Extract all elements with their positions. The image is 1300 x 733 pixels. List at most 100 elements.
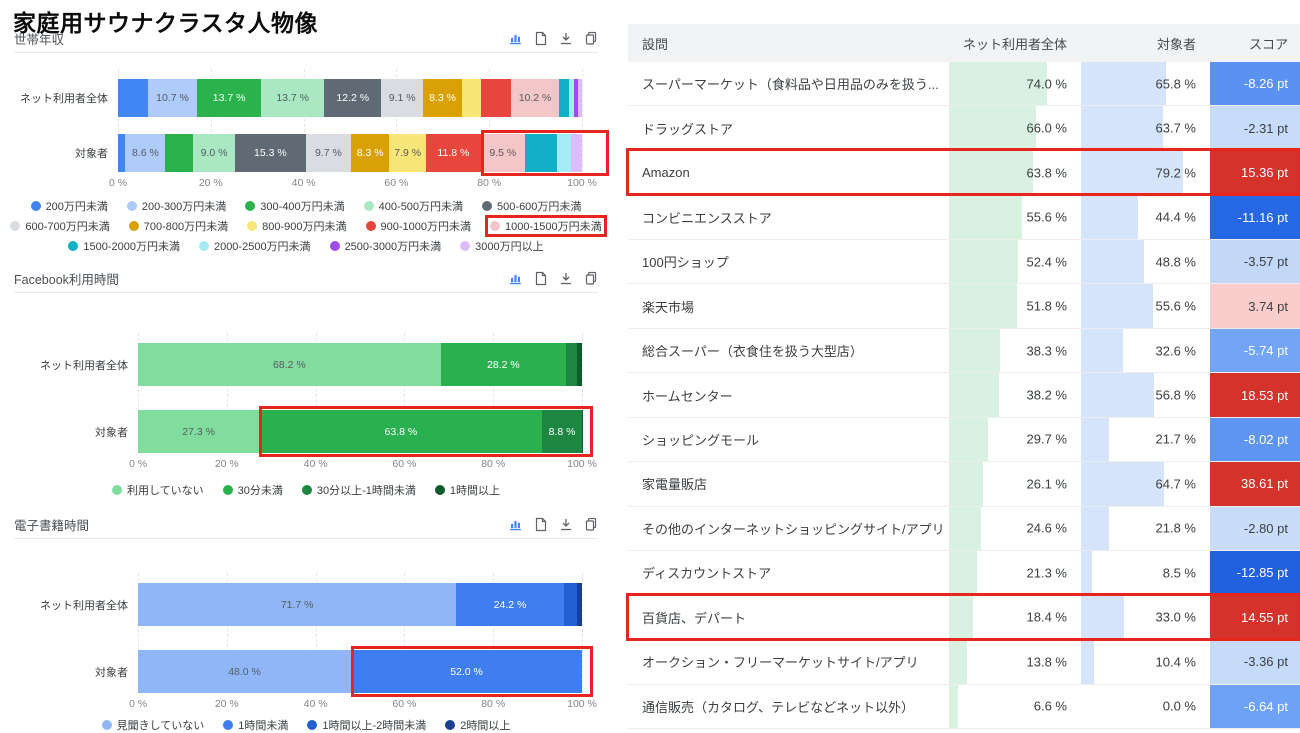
bar-segment [525,134,557,172]
legend-label: 1時間以上 [450,482,500,498]
legend-swatch [302,485,312,495]
value-cell-all: 6.6 % [949,685,1081,728]
legend-swatch [127,201,137,211]
legend-row: 1500-2000万円未満2000-2500万円未満2500-3000万円未満3… [14,238,598,254]
data-bar [1081,640,1094,683]
chart-title: Facebook利用時間 [14,269,119,288]
chart-header: 世帯年収 [14,28,598,48]
bar-chart-icon[interactable] [508,31,523,46]
value-text: 32.6 % [1156,343,1196,358]
bar-segment: 24.2 % [456,583,563,626]
stacked-bar: 48.0 %52.0 % [138,650,582,693]
bar-segment: 11.8 % [426,134,481,172]
chart-bar-row: ネット利用者全体71.7 %24.2 % [14,583,582,626]
stacked-bar: 10.7 %13.7 %13.7 %12.2 %9.1 %8.3 %10.2 % [118,79,582,117]
value-cell-all: 63.8 % [949,151,1081,194]
score-cell: -2.31 pt [1210,106,1300,149]
value-text: 38.2 % [1027,388,1067,403]
value-text: 63.8 % [1027,165,1067,180]
value-text: 63.7 % [1156,121,1196,136]
export-file-icon[interactable] [534,31,548,46]
legend-swatch [364,201,374,211]
chart-bar-row: ネット利用者全体10.7 %13.7 %13.7 %12.2 %9.1 %8.3… [14,79,582,117]
bar-segment: 10.7 % [148,79,198,117]
table-row: 楽天市場51.8 %55.6 %3.74 pt [628,284,1300,328]
question-cell: スーパーマーケット（食料品や日用品のみを扱う... [628,62,949,105]
legend-swatch [366,221,376,231]
axis-tick: 20 % [215,458,239,470]
axis-spacer [14,458,138,472]
axis-tick: 0 % [129,458,147,470]
legend-label: 200万円未満 [46,198,108,214]
copy-icon[interactable] [584,31,598,46]
legend-row: 600-700万円未満700-800万円未満800-900万円未満900-100… [14,218,598,234]
bar-segment [481,79,511,117]
value-cell-target: 64.7 % [1081,462,1210,505]
legend-swatch [330,241,340,251]
chart-title: 電子書籍時間 [14,515,89,534]
question-text: 百貨店、デパート [642,608,746,627]
bar-row-label: ネット利用者全体 [14,357,138,373]
table-row: スーパーマーケット（食料品や日用品のみを扱う...74.0 %65.8 %-8.… [628,62,1300,106]
legend-swatch [247,221,257,231]
bar-segment [577,583,582,626]
bar-chart-icon[interactable] [508,271,523,286]
bar-chart-icon[interactable] [508,517,523,532]
axis-spacer [14,698,138,712]
axis-tick: 80 % [477,177,501,189]
x-axis-ticks: 0 %20 %40 %60 %80 %100 % [138,698,582,712]
bar-segment: 8.8 % [542,410,581,453]
bar-segment: 48.0 % [138,650,351,693]
axis-tick: 100 % [567,177,597,189]
export-file-icon[interactable] [534,271,548,286]
bar-segment [577,343,582,386]
value-text: 66.0 % [1027,121,1067,136]
charts-panel: 家庭用サウナクラスタ人物像 世帯年収ネット利用者全体10.7 %13.7 %13… [0,0,612,729]
download-icon[interactable] [559,271,573,286]
copy-icon[interactable] [584,271,598,286]
x-axis-ticks: 0 %20 %40 %60 %80 %100 % [118,177,582,191]
copy-icon[interactable] [584,517,598,532]
data-bar [949,151,1033,194]
legend-label: 200-300万円未満 [142,198,226,214]
data-bar [949,418,988,461]
legend-row: 200万円未満200-300万円未満300-400万円未満400-500万円未満… [14,198,598,214]
data-bar [1081,106,1163,149]
data-bar [1081,418,1109,461]
facebook-usage-time-chart: Facebook利用時間ネット利用者全体68.2 %28.2 %対象者27.3 … [14,268,598,498]
export-file-icon[interactable] [534,517,548,532]
table-body: スーパーマーケット（食料品や日用品のみを扱う...74.0 %65.8 %-8.… [628,62,1300,729]
value-cell-all: 13.8 % [949,640,1081,683]
bar-row-label: ネット利用者全体 [14,90,118,106]
bar-segment: 71.7 % [138,583,456,626]
download-icon[interactable] [559,517,573,532]
question-text: 通信販売（カタログ、テレビなどネット以外） [642,697,914,716]
value-cell-target: 79.2 % [1081,151,1210,194]
question-text: 総合スーパー（衣食住を扱う大型店） [642,341,863,360]
download-icon[interactable] [559,31,573,46]
data-bar [949,640,967,683]
score-cell: -6.64 pt [1210,685,1300,728]
value-cell-all: 52.4 % [949,240,1081,283]
column-header: 対象者 [1081,34,1210,53]
legend-label: 900-1000万円未満 [381,218,472,234]
question-cell: 総合スーパー（衣食住を扱う大型店） [628,329,949,372]
value-cell-all: 74.0 % [949,62,1081,105]
value-text: 8.5 % [1163,565,1196,580]
value-text: 56.8 % [1156,388,1196,403]
value-cell-target: 48.8 % [1081,240,1210,283]
value-text: 52.4 % [1027,254,1067,269]
legend-item: 利用していない [110,482,206,498]
x-axis: 0 %20 %40 %60 %80 %100 % [14,698,598,712]
table-row: ショッピングモール29.7 %21.7 %-8.02 pt [628,418,1300,462]
question-text: オークション・フリーマーケットサイト/アプリ [642,652,919,671]
value-cell-target: 32.6 % [1081,329,1210,372]
legend-row: 利用していない30分未満30分以上-1時間未満1時間以上 [14,482,598,498]
legend-swatch [199,241,209,251]
bar-segment: 9.0 % [193,134,235,172]
legend-swatch [435,485,445,495]
score-cell: 38.61 pt [1210,462,1300,505]
axis-tick: 60 % [384,177,408,189]
value-text: 10.4 % [1156,654,1196,669]
data-bar [1081,507,1109,550]
